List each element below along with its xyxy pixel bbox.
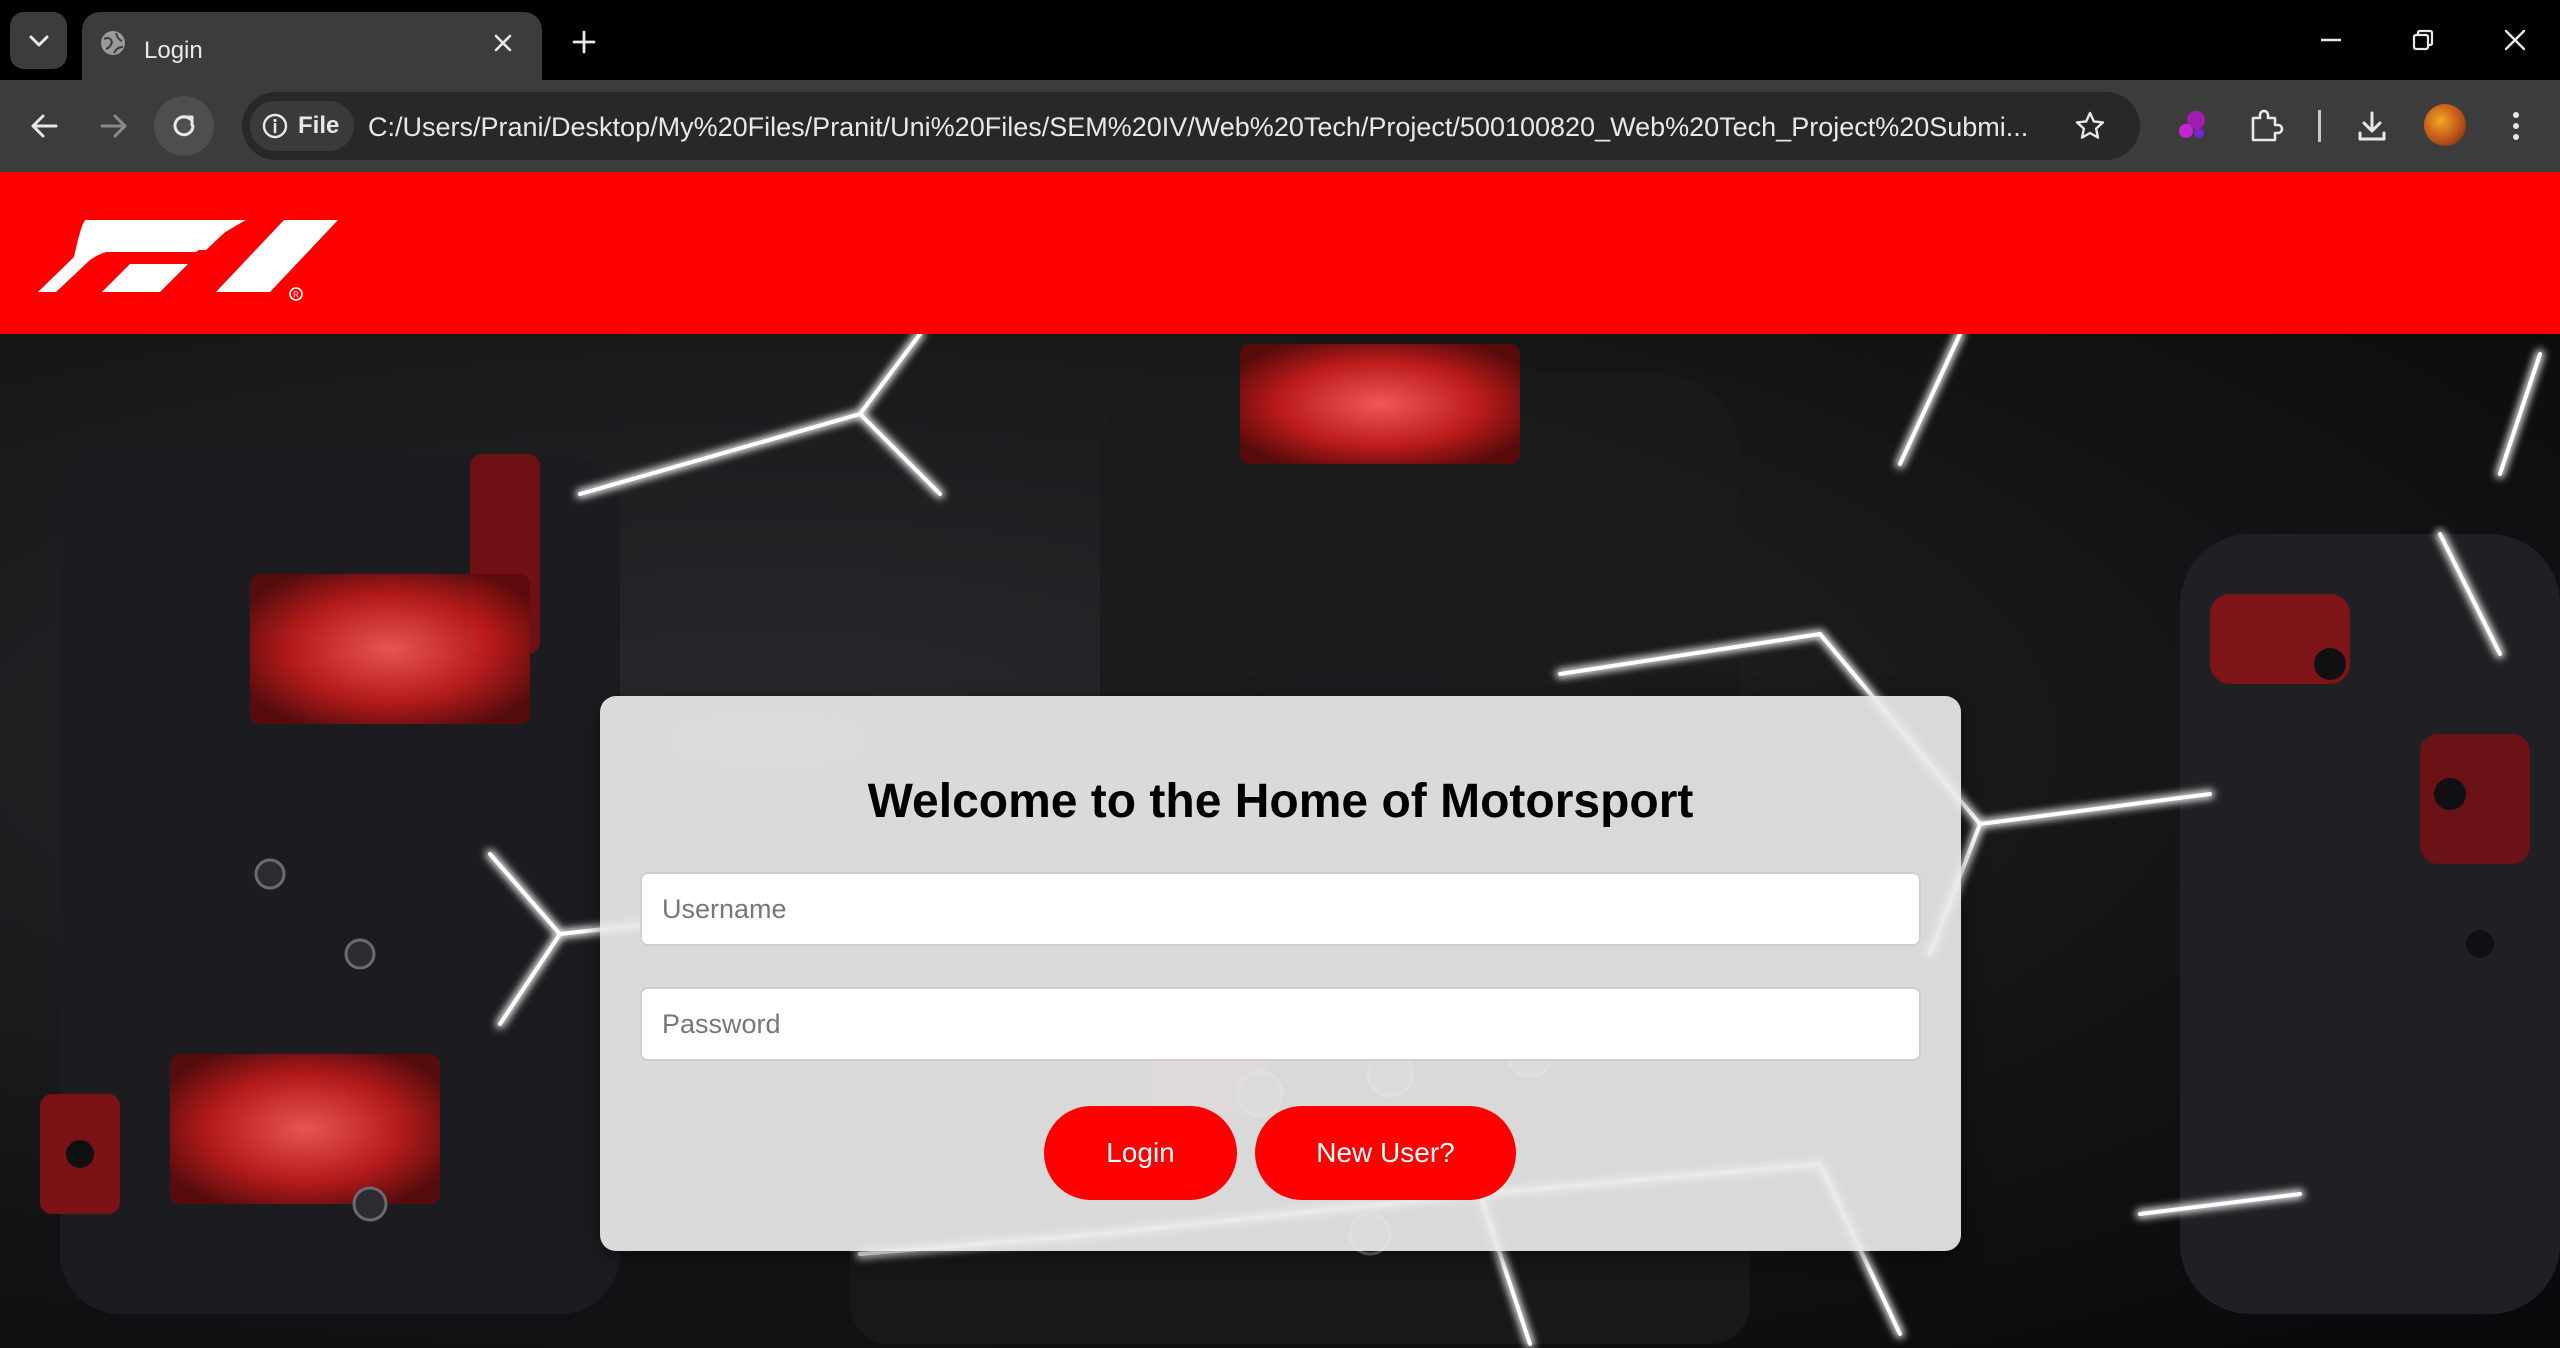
login-button[interactable]: Login	[1044, 1106, 1237, 1200]
web-page: R Welcome to the Home of Motorsport User…	[0, 172, 2560, 1348]
kebab-menu-icon	[2513, 112, 2519, 140]
browser-toolbar: File C:/Users/Prani/Desktop/My%20Files/P…	[0, 80, 2560, 172]
chevron-down-icon	[29, 35, 48, 46]
hero-background: Welcome to the Home of Motorsport Login …	[0, 334, 2560, 1348]
site-header: R	[0, 172, 2560, 334]
restore-button[interactable]	[2398, 18, 2448, 62]
reload-button[interactable]	[154, 96, 214, 156]
new-tab-button[interactable]	[562, 22, 606, 62]
download-icon	[2358, 111, 2386, 141]
profile-avatar[interactable]	[2424, 104, 2466, 146]
tab-title: Login	[144, 37, 203, 64]
username-input[interactable]	[640, 872, 1921, 946]
browser-menu-button[interactable]	[2490, 100, 2542, 152]
svg-text:R: R	[293, 291, 299, 300]
star-icon	[2075, 111, 2105, 139]
ai-extension-button[interactable]	[2166, 100, 2218, 152]
login-card: Welcome to the Home of Motorsport Login …	[600, 696, 1961, 1251]
toolbar-divider	[2318, 110, 2321, 142]
sparkle-icon	[2179, 111, 2205, 138]
minimize-icon	[2321, 38, 2341, 42]
downloads-button[interactable]	[2346, 100, 2398, 152]
login-title: Welcome to the Home of Motorsport	[867, 775, 1694, 828]
restore-icon	[2412, 29, 2434, 51]
new-user-button[interactable]: New User?	[1255, 1106, 1516, 1200]
url-text[interactable]: C:/Users/Prani/Desktop/My%20Files/Pranit…	[368, 112, 2068, 143]
tab-close-button[interactable]	[488, 28, 518, 58]
password-input[interactable]	[640, 987, 1921, 1061]
puzzle-icon	[2251, 109, 2284, 142]
browser-tab-bar: Login	[0, 0, 2560, 80]
minimize-button[interactable]	[2306, 18, 2356, 62]
tab-search-button[interactable]	[10, 12, 67, 69]
close-window-button[interactable]	[2490, 18, 2540, 62]
info-icon	[262, 113, 288, 139]
plus-icon	[572, 30, 596, 54]
site-info-label: File	[298, 112, 340, 139]
arrow-right-icon	[100, 114, 127, 138]
close-icon	[2504, 29, 2526, 51]
site-info-chip[interactable]: File	[250, 101, 354, 151]
f1-logo[interactable]: R	[38, 212, 348, 302]
bookmark-button[interactable]	[2070, 106, 2110, 146]
arrow-left-icon	[31, 114, 58, 138]
address-bar[interactable]: File C:/Users/Prani/Desktop/My%20Files/P…	[242, 92, 2140, 160]
reload-icon	[173, 115, 195, 137]
back-button[interactable]	[14, 96, 74, 156]
globe-icon	[101, 31, 125, 55]
forward-button[interactable]	[84, 96, 144, 156]
extensions-button[interactable]	[2240, 100, 2292, 152]
close-icon	[494, 34, 512, 52]
browser-tab-login[interactable]: Login	[82, 12, 542, 80]
